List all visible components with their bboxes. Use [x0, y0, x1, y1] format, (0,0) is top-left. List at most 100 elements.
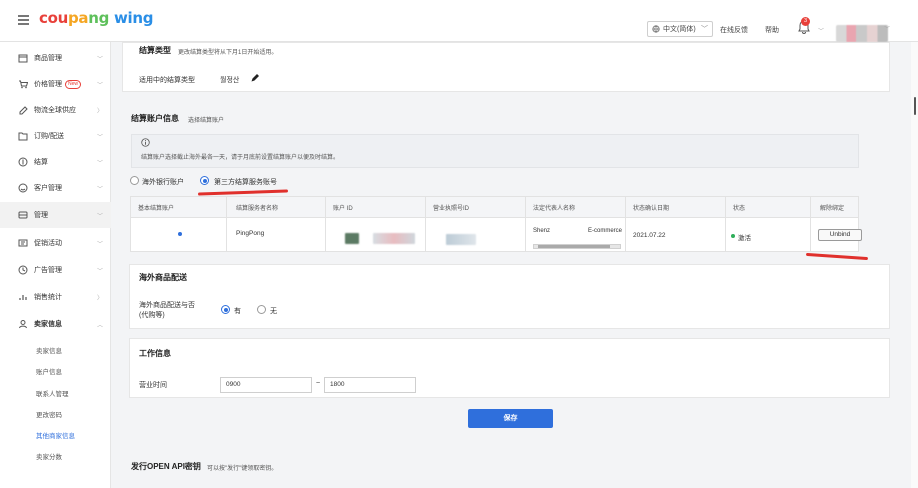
- chevron-down-icon: ﹀: [96, 135, 103, 141]
- folder-icon: [18, 132, 28, 141]
- open-api-title: 发行OPEN API密钥: [131, 462, 201, 471]
- business-hours-label: 营业时间: [139, 382, 167, 389]
- column-header: 状态确认日期: [633, 206, 670, 212]
- default-account-radio[interactable]: [176, 230, 184, 238]
- sidebar-item-statistics[interactable]: 销售统计〉: [0, 284, 111, 310]
- save-button[interactable]: 保存: [468, 409, 553, 428]
- sidebar-subitem[interactable]: 联系人管理: [36, 388, 69, 398]
- user-icon: [19, 320, 27, 329]
- account-name-blurred[interactable]: [836, 25, 888, 42]
- overseas-yes-radio[interactable]: [221, 305, 230, 314]
- sidebar-item-management[interactable]: 管理 ﹀: [0, 202, 111, 228]
- coin-icon: [18, 157, 28, 167]
- red-annotation-underline: [197, 189, 289, 196]
- sidebar-item-promotions[interactable]: 促销活动 ﹀: [0, 230, 111, 256]
- sidebar-item-customers[interactable]: 客户管理 ﹀: [0, 175, 111, 201]
- sidebar-item-products[interactable]: 商品管理 ﹀: [0, 45, 111, 71]
- account-section-title: 结算账户信息: [131, 114, 179, 123]
- settlement-type-title: 结算类型: [139, 46, 171, 55]
- settlement-notice-text: 结算账户选择截止海外最各一天，请于月底前设置结算账户以便及时结算。: [141, 155, 340, 161]
- chevron-down-icon[interactable]: ﹀: [884, 24, 890, 33]
- sidebar-subitem[interactable]: 卖家分数: [36, 451, 62, 461]
- help-link[interactable]: 帮助: [765, 25, 779, 35]
- scrollbar-thumb[interactable]: [914, 97, 916, 115]
- sidebar-item-seller-info[interactable]: 卖家信息 ︿: [0, 311, 111, 337]
- new-badge: New: [65, 79, 82, 89]
- representative-name-cell: Shenz: [533, 228, 551, 234]
- column-divider: [810, 196, 811, 252]
- sidebar-subitem[interactable]: 更改密码: [36, 409, 62, 419]
- hours-separator: ~: [316, 380, 321, 387]
- chevron-down-icon[interactable]: ﹀: [818, 26, 824, 35]
- settlement-type-value: 월정산: [220, 77, 240, 84]
- column-header: 基本结算账户: [138, 206, 175, 212]
- chevron-right-icon: 〉: [96, 109, 103, 115]
- cart-icon: [19, 80, 28, 89]
- online-feedback-link[interactable]: 在线反馈: [720, 25, 748, 35]
- column-divider: [325, 196, 326, 252]
- sidebar-subitem-active[interactable]: 其他商家信息: [36, 430, 75, 440]
- redacted-account-id: [373, 233, 415, 244]
- column-divider: [725, 196, 726, 252]
- column-header: 结算服务者名称: [236, 206, 279, 212]
- chevron-down-icon: ﹀: [96, 161, 103, 167]
- column-header: 解除绑定: [820, 206, 845, 212]
- sidebar-item-logistics[interactable]: 物流全球供应〉: [0, 97, 111, 123]
- box-icon: [18, 54, 28, 63]
- logo[interactable]: coupang wing: [39, 9, 154, 27]
- service-name-cell: PingPong: [236, 230, 265, 237]
- third-party-label[interactable]: 第三方结算服务账号: [214, 177, 277, 187]
- overseas-no-radio[interactable]: [257, 305, 266, 314]
- truck-icon: [19, 106, 28, 115]
- sidebar-subitem[interactable]: 账户信息: [36, 366, 62, 376]
- language-select[interactable]: 中文(简体) ﹀: [647, 21, 713, 37]
- overseas-bank-label[interactable]: 海外银行账户: [142, 177, 184, 187]
- info-icon: [141, 138, 150, 147]
- chevron-down-icon: ﹀: [96, 83, 103, 89]
- menu-icon[interactable]: [18, 15, 29, 25]
- promo-icon: [18, 239, 28, 247]
- overseas-no-label[interactable]: 无: [270, 306, 277, 316]
- cell-scroll-thumb[interactable]: [538, 245, 610, 248]
- chevron-down-icon: ﹀: [96, 57, 103, 63]
- settlement-notice: [131, 134, 859, 168]
- open-api-note: 可以按"发行"键领取密钥。: [207, 466, 278, 472]
- third-party-radio[interactable]: [200, 176, 209, 185]
- sidebar-item-orders[interactable]: 订购/配送 ﹀: [0, 123, 111, 149]
- column-divider: [425, 196, 426, 252]
- smile-icon: [18, 183, 28, 193]
- hours-to-input[interactable]: 1800: [324, 377, 416, 393]
- column-header: 法定代表人名称: [533, 206, 576, 212]
- ad-icon: [18, 265, 28, 275]
- sidebar-item-pricing[interactable]: 价格管理 New ﹀: [0, 71, 111, 97]
- sidebar-item-ads[interactable]: 广告管理 ﹀: [0, 257, 111, 283]
- overseas-shipping-card: [129, 264, 890, 329]
- settlement-type-label: 适用中的结算类型: [139, 77, 195, 84]
- red-annotation-underline: [805, 252, 869, 260]
- notification-badge: 3: [801, 17, 810, 26]
- active-status-dot: [731, 234, 735, 238]
- sidebar-item-settlement[interactable]: 结算 ﹀: [0, 149, 111, 175]
- overseas-yes-label[interactable]: 有: [234, 306, 241, 316]
- redacted-account-id: [345, 233, 359, 244]
- settlement-type-note: 更改结算类型将从下月1日开始适用。: [178, 50, 278, 56]
- overseas-bank-radio[interactable]: [130, 176, 139, 185]
- column-header: 状态: [733, 206, 746, 212]
- work-info-title: 工作信息: [139, 349, 171, 358]
- store-icon: [18, 211, 28, 219]
- top-bar: coupang wing 中文(简体) ﹀ 在线反馈 帮助 3 ﹀ ﹀: [0, 0, 918, 42]
- pencil-icon[interactable]: [250, 73, 260, 83]
- chevron-right-icon: 〉: [96, 296, 103, 302]
- chart-icon: [19, 295, 27, 300]
- sidebar-subitem[interactable]: 卖家信息: [36, 345, 62, 355]
- chevron-down-icon: ﹀: [96, 242, 103, 248]
- hours-from-input[interactable]: 0900: [220, 377, 312, 393]
- unbind-button[interactable]: Unbind: [818, 229, 862, 241]
- chevron-down-icon: ﹀: [96, 269, 103, 275]
- column-divider: [625, 196, 626, 252]
- chevron-down-icon: ﹀: [96, 214, 103, 220]
- overseas-shipping-title: 海外商品配送: [139, 273, 187, 282]
- chevron-up-icon: ︿: [96, 323, 103, 329]
- chevron-down-icon: ﹀: [96, 187, 103, 193]
- redacted-license-id: [446, 234, 476, 245]
